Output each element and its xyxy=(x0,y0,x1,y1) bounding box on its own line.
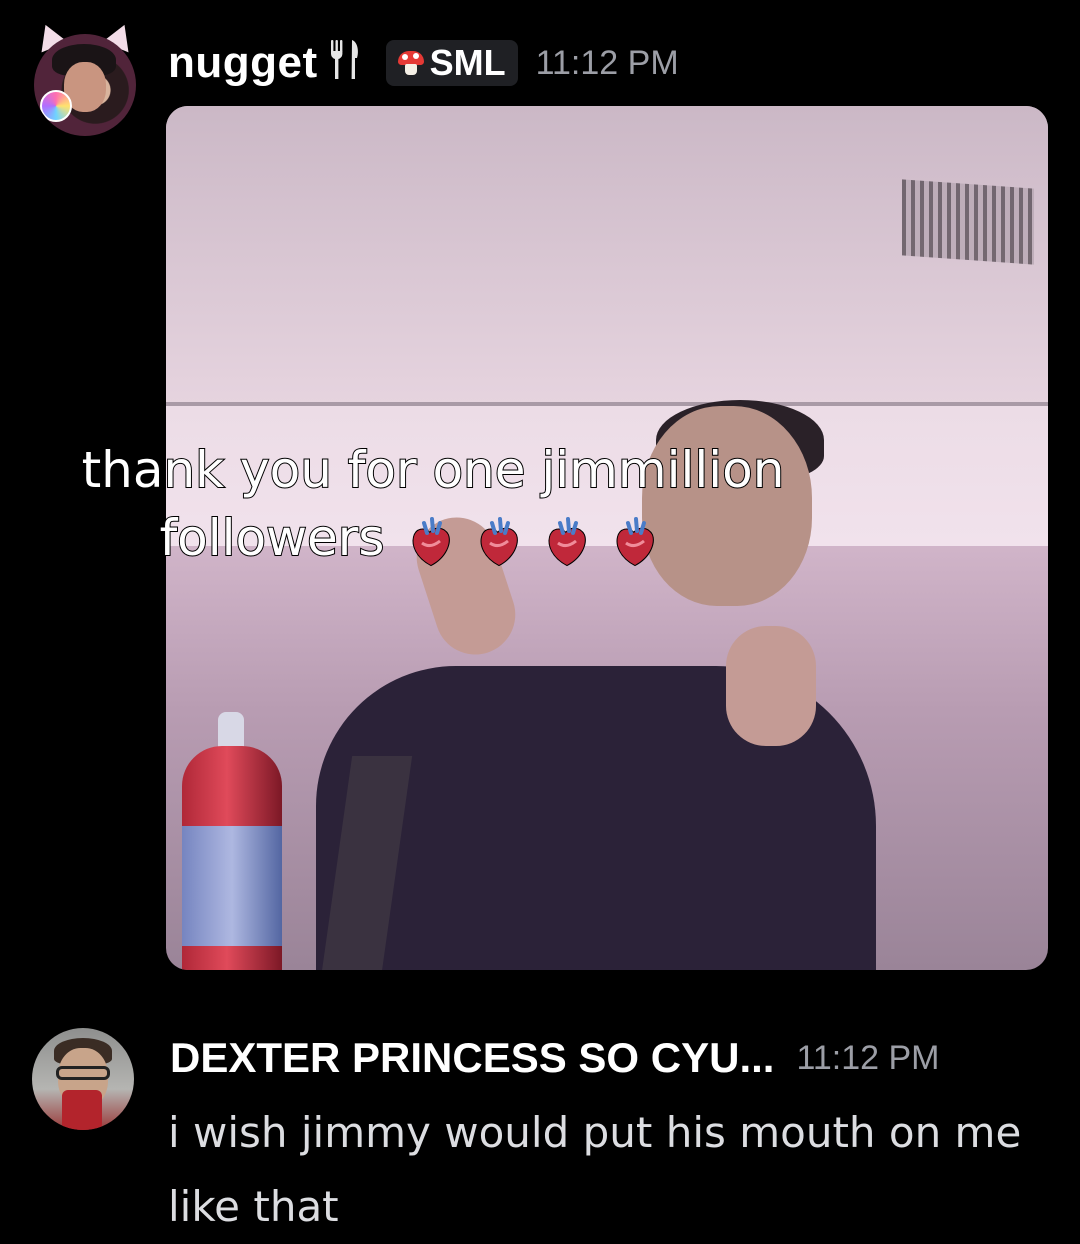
caption-line-with-emoji: followers xyxy=(0,504,1080,572)
server-tag-badge[interactable]: SML xyxy=(385,40,518,86)
timestamp: 11:12 PM xyxy=(535,43,679,82)
caption-line: thank you for one jimmillion xyxy=(81,440,786,500)
username[interactable]: nugget xyxy=(168,38,318,88)
anatomical-heart-icon xyxy=(410,516,452,567)
anatomical-heart-icon xyxy=(614,516,656,567)
message-header: nugget SML 11:12 PM xyxy=(168,36,679,90)
lollipop-icon xyxy=(40,90,72,122)
avatar[interactable] xyxy=(32,1028,134,1130)
avatar[interactable] xyxy=(34,34,136,136)
message-item: DEXTER PRINCESS SO CYU... 11:12 PM i wis… xyxy=(0,1000,1080,1240)
anatomical-heart-icon xyxy=(478,516,520,567)
message-text: i wish jimmy would put his mouth on me l… xyxy=(168,1108,1022,1231)
timestamp: 11:12 PM xyxy=(796,1038,940,1077)
air-vent xyxy=(902,179,1034,265)
person-hand xyxy=(726,626,816,746)
caption-line: followers xyxy=(159,508,386,568)
fork-and-knife-icon xyxy=(328,38,362,89)
username[interactable]: DEXTER PRINCESS SO CYU... xyxy=(170,1034,774,1082)
message-header: DEXTER PRINCESS SO CYU... 11:12 PM xyxy=(170,1030,939,1086)
glasses xyxy=(56,1066,110,1080)
video-caption: thank you for one jimmillion followers xyxy=(0,436,1080,572)
server-tag-label: SML xyxy=(429,42,506,83)
anatomical-heart-icon xyxy=(546,516,588,567)
mushroom-icon xyxy=(397,51,424,75)
message-item: nugget SML 11:12 PM thank you for one ji… xyxy=(0,0,1080,1000)
cup xyxy=(62,1090,102,1130)
